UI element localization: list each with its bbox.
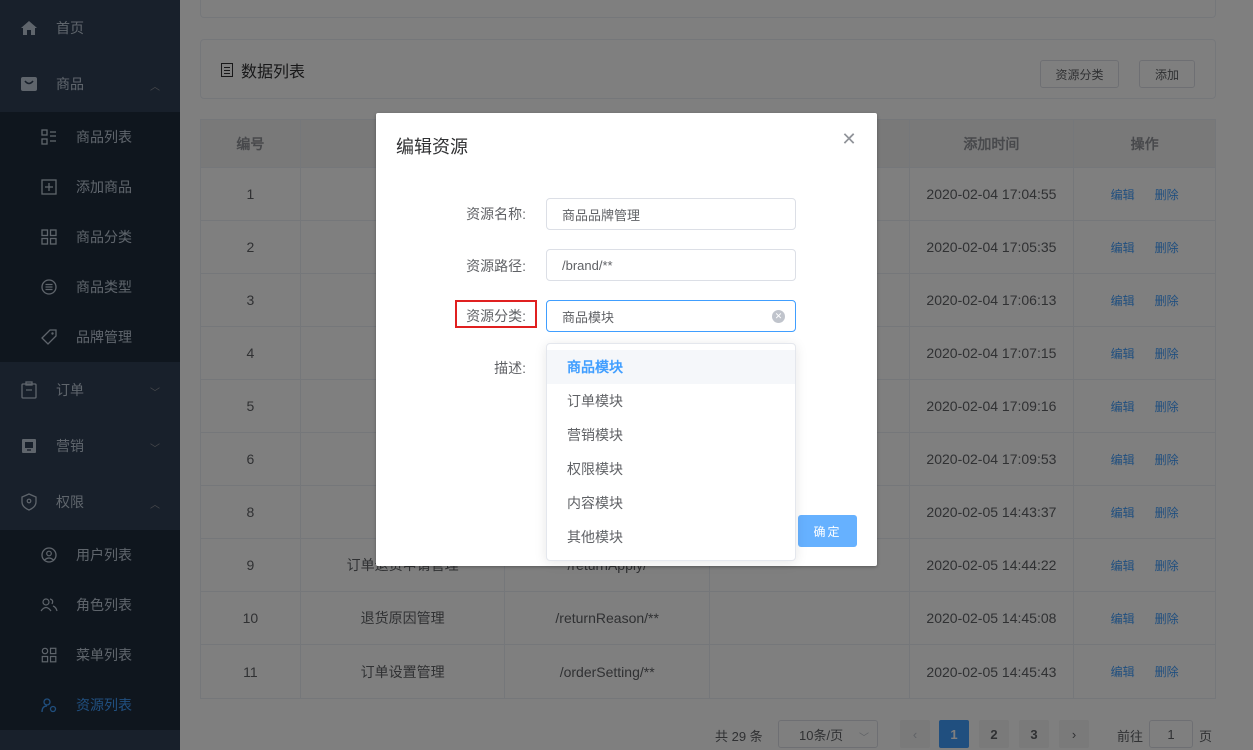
resource-name-label: 资源名称: bbox=[466, 206, 526, 222]
dropdown-option[interactable]: 商品模块 bbox=[547, 350, 795, 384]
dropdown-option[interactable]: 营销模块 bbox=[547, 418, 795, 452]
description-label: 描述: bbox=[494, 360, 526, 376]
clear-icon[interactable]: ✕ bbox=[772, 310, 785, 323]
dropdown-option[interactable]: 内容模块 bbox=[547, 486, 795, 520]
confirm-button[interactable]: 确定 bbox=[798, 515, 857, 547]
resource-url-label: 资源路径: bbox=[466, 258, 526, 274]
dropdown-option[interactable]: 权限模块 bbox=[547, 452, 795, 486]
category-dropdown: 商品模块 订单模块 营销模块 权限模块 内容模块 其他模块 bbox=[546, 343, 796, 561]
resource-category-label: 资源分类: bbox=[466, 308, 526, 324]
resource-url-input[interactable]: /brand/** bbox=[546, 249, 796, 281]
dialog-title: 编辑资源 bbox=[396, 137, 468, 157]
close-icon[interactable]: ✕ bbox=[841, 130, 857, 148]
dropdown-option[interactable]: 其他模块 bbox=[547, 520, 795, 554]
resource-category-value: 商品模块 bbox=[562, 309, 615, 325]
resource-category-select[interactable]: 商品模块 ✕ bbox=[546, 300, 796, 332]
dropdown-option[interactable]: 订单模块 bbox=[547, 384, 795, 418]
resource-name-input[interactable]: 商品品牌管理 bbox=[546, 198, 796, 230]
